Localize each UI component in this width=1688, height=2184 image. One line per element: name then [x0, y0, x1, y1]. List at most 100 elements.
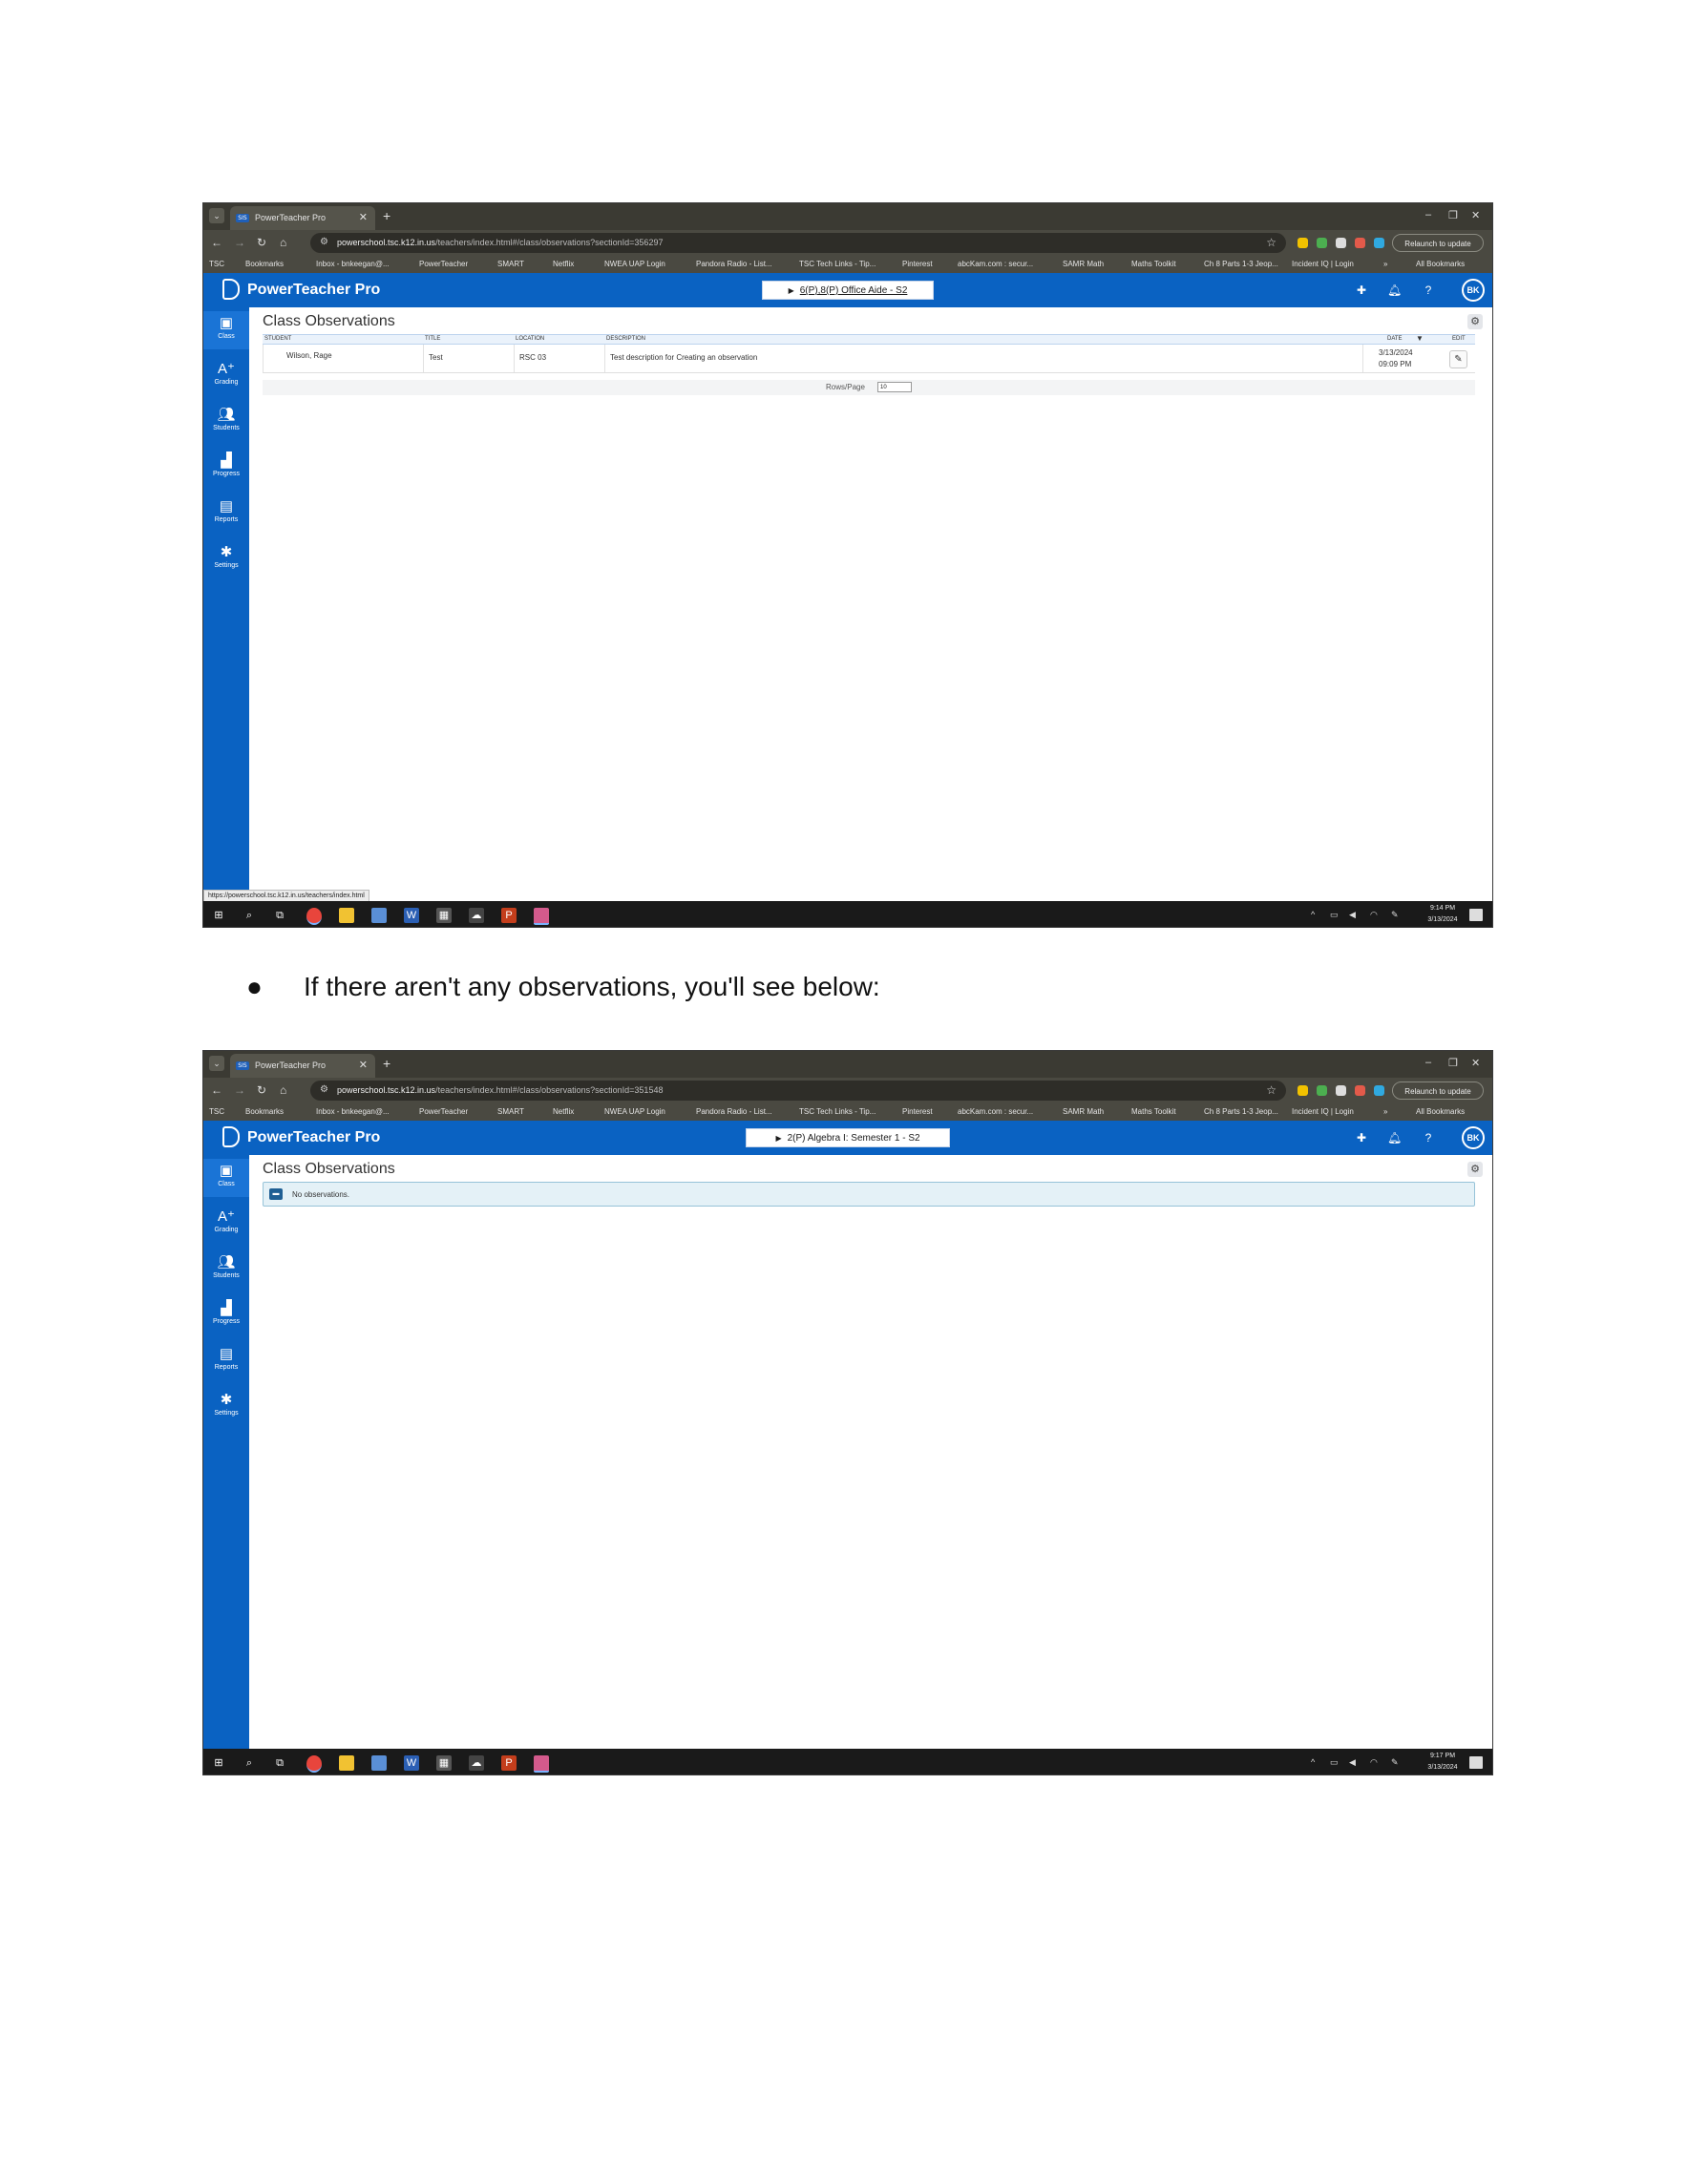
- bookmark-item[interactable]: Bookmarks: [245, 260, 284, 268]
- pen-icon[interactable]: ✎: [1391, 910, 1399, 920]
- bookmark-item[interactable]: Pandora Radio - List...: [696, 260, 772, 268]
- task-view-icon[interactable]: ⧉: [272, 908, 287, 923]
- bookmark-item[interactable]: SMART: [497, 260, 524, 268]
- bookmark-item[interactable]: NWEA UAP Login: [604, 260, 665, 268]
- chrome-icon[interactable]: [306, 1755, 322, 1773]
- extension-icon[interactable]: [1298, 238, 1308, 248]
- bookmark-item[interactable]: abcKam.com : secur...: [958, 260, 1033, 268]
- reload-icon[interactable]: ↻: [257, 1083, 266, 1097]
- bookmark-item[interactable]: Netflix: [553, 1107, 574, 1116]
- volume-icon[interactable]: ◀: [1349, 1757, 1356, 1768]
- extension-icon[interactable]: [1298, 1085, 1308, 1096]
- remote-desktop-icon[interactable]: [371, 1755, 387, 1771]
- wifi-icon[interactable]: ◠: [1370, 1757, 1378, 1768]
- tab-search-icon[interactable]: ⌄: [209, 208, 224, 223]
- sort-descending-icon[interactable]: ▼: [1416, 334, 1424, 343]
- home-icon[interactable]: ⌂: [280, 1083, 286, 1097]
- relaunch-to-update-button[interactable]: Relaunch to update: [1392, 1082, 1484, 1100]
- powerpoint-icon[interactable]: P: [501, 1755, 517, 1771]
- help-icon[interactable]: ?: [1422, 284, 1435, 297]
- user-avatar[interactable]: BK: [1462, 279, 1485, 302]
- word-icon[interactable]: W: [404, 1755, 419, 1771]
- back-icon[interactable]: ←: [211, 1083, 222, 1097]
- bookmarks-overflow-icon[interactable]: »: [1383, 260, 1387, 268]
- sidebar-item-reports[interactable]: ▤ Reports: [203, 494, 249, 533]
- sidebar-item-class[interactable]: ▣ Class: [203, 1159, 249, 1197]
- site-info-icon[interactable]: ⚙: [320, 1084, 328, 1095]
- bookmark-item[interactable]: Incident IQ | Login: [1292, 260, 1354, 268]
- back-icon[interactable]: ←: [211, 236, 222, 249]
- bookmark-item[interactable]: Ch 8 Parts 1-3 Jeop...: [1204, 260, 1278, 268]
- column-header-date[interactable]: DATE: [1387, 336, 1403, 342]
- file-explorer-icon[interactable]: [339, 1755, 354, 1771]
- sidebar-item-settings[interactable]: ✱ Settings: [203, 540, 249, 578]
- sidebar-item-students[interactable]: 👥︎ Students: [203, 403, 249, 441]
- bookmark-item[interactable]: NWEA UAP Login: [604, 1107, 665, 1116]
- photos-icon[interactable]: ☁: [469, 908, 484, 923]
- bookmark-item[interactable]: PowerTeacher: [419, 260, 468, 268]
- user-avatar[interactable]: BK: [1462, 1126, 1485, 1149]
- notifications-bell-icon[interactable]: 🔔︎: [1387, 284, 1402, 297]
- browser-tab[interactable]: SIS PowerTeacher Pro ✕: [230, 1054, 375, 1078]
- add-icon[interactable]: ✚: [1355, 284, 1368, 297]
- task-view-icon[interactable]: ⧉: [272, 1755, 287, 1771]
- help-icon[interactable]: ?: [1422, 1131, 1435, 1144]
- bookmark-item[interactable]: Maths Toolkit: [1131, 1107, 1176, 1116]
- grammarly-icon[interactable]: [1317, 238, 1327, 248]
- extension-icon[interactable]: [1355, 1085, 1365, 1096]
- all-bookmarks-folder[interactable]: All Bookmarks: [1416, 260, 1465, 268]
- reload-icon[interactable]: ↻: [257, 236, 266, 249]
- extension-icon[interactable]: [1374, 1085, 1384, 1096]
- system-clock[interactable]: 9:17 PM 3/13/2024: [1422, 1751, 1464, 1774]
- bookmark-item[interactable]: TSC Tech Links - Tip...: [799, 260, 876, 268]
- sidebar-item-reports[interactable]: ▤ Reports: [203, 1342, 249, 1380]
- minimize-icon[interactable]: –: [1425, 209, 1431, 220]
- tray-overflow-icon[interactable]: ^: [1311, 910, 1315, 919]
- bookmark-item[interactable]: TSC Tech Links - Tip...: [799, 1107, 876, 1116]
- restore-icon[interactable]: ❐: [1448, 1057, 1458, 1069]
- chrome-icon[interactable]: [306, 908, 322, 925]
- network-icon[interactable]: ▭: [1330, 1757, 1339, 1768]
- notification-center-icon[interactable]: [1469, 1756, 1483, 1769]
- bookmark-item[interactable]: Netflix: [553, 260, 574, 268]
- tray-overflow-icon[interactable]: ^: [1311, 1757, 1315, 1767]
- notification-center-icon[interactable]: [1469, 909, 1483, 921]
- all-bookmarks-folder[interactable]: All Bookmarks: [1416, 1107, 1465, 1116]
- calculator-icon[interactable]: ▦: [436, 1755, 452, 1771]
- bookmark-item[interactable]: SAMR Math: [1063, 1107, 1104, 1116]
- system-clock[interactable]: 9:14 PM 3/13/2024: [1422, 903, 1464, 926]
- calculator-icon[interactable]: ▦: [436, 908, 452, 923]
- forward-icon[interactable]: →: [234, 1083, 245, 1097]
- sidebar-item-students[interactable]: 👥︎ Students: [203, 1250, 249, 1289]
- bookmark-item[interactable]: Pinterest: [902, 1107, 933, 1116]
- restore-icon[interactable]: ❐: [1448, 209, 1458, 221]
- sidebar-item-class[interactable]: ▣ Class: [203, 311, 249, 349]
- close-window-icon[interactable]: ✕: [1471, 209, 1480, 221]
- bookmark-item[interactable]: Bookmarks: [245, 1107, 284, 1116]
- close-window-icon[interactable]: ✕: [1471, 1057, 1480, 1069]
- bookmark-item[interactable]: Incident IQ | Login: [1292, 1107, 1354, 1116]
- bookmark-item[interactable]: PowerTeacher: [419, 1107, 468, 1116]
- pen-icon[interactable]: ✎: [1391, 1757, 1399, 1768]
- tab-close-icon[interactable]: ✕: [359, 211, 368, 223]
- search-icon[interactable]: ⌕: [242, 908, 257, 923]
- windows-start-icon[interactable]: ⊞: [211, 1755, 226, 1771]
- bookmark-item[interactable]: SAMR Math: [1063, 260, 1104, 268]
- bookmark-star-icon[interactable]: ☆: [1266, 236, 1277, 249]
- bookmark-item[interactable]: TSC: [209, 260, 224, 268]
- add-icon[interactable]: ✚: [1355, 1131, 1368, 1144]
- relaunch-to-update-button[interactable]: Relaunch to update: [1392, 234, 1484, 252]
- snipping-tool-icon[interactable]: [534, 1755, 549, 1773]
- bookmark-item[interactable]: Inbox - bnkeegan@...: [316, 260, 390, 268]
- new-tab-icon[interactable]: +: [383, 1056, 390, 1071]
- extension-icon[interactable]: [1336, 238, 1346, 248]
- minimize-icon[interactable]: –: [1425, 1057, 1431, 1068]
- extension-icon[interactable]: [1374, 238, 1384, 248]
- bookmark-item[interactable]: Ch 8 Parts 1-3 Jeop...: [1204, 1107, 1278, 1116]
- tab-search-icon[interactable]: ⌄: [209, 1056, 224, 1071]
- address-bar[interactable]: ⚙ powerschool.tsc.k12.in.us/teachers/ind…: [310, 1081, 1286, 1101]
- bookmark-item[interactable]: abcKam.com : secur...: [958, 1107, 1033, 1116]
- remote-desktop-icon[interactable]: [371, 908, 387, 923]
- bookmark-item[interactable]: Pandora Radio - List...: [696, 1107, 772, 1116]
- page-settings-gear-icon[interactable]: ⚙: [1467, 314, 1483, 329]
